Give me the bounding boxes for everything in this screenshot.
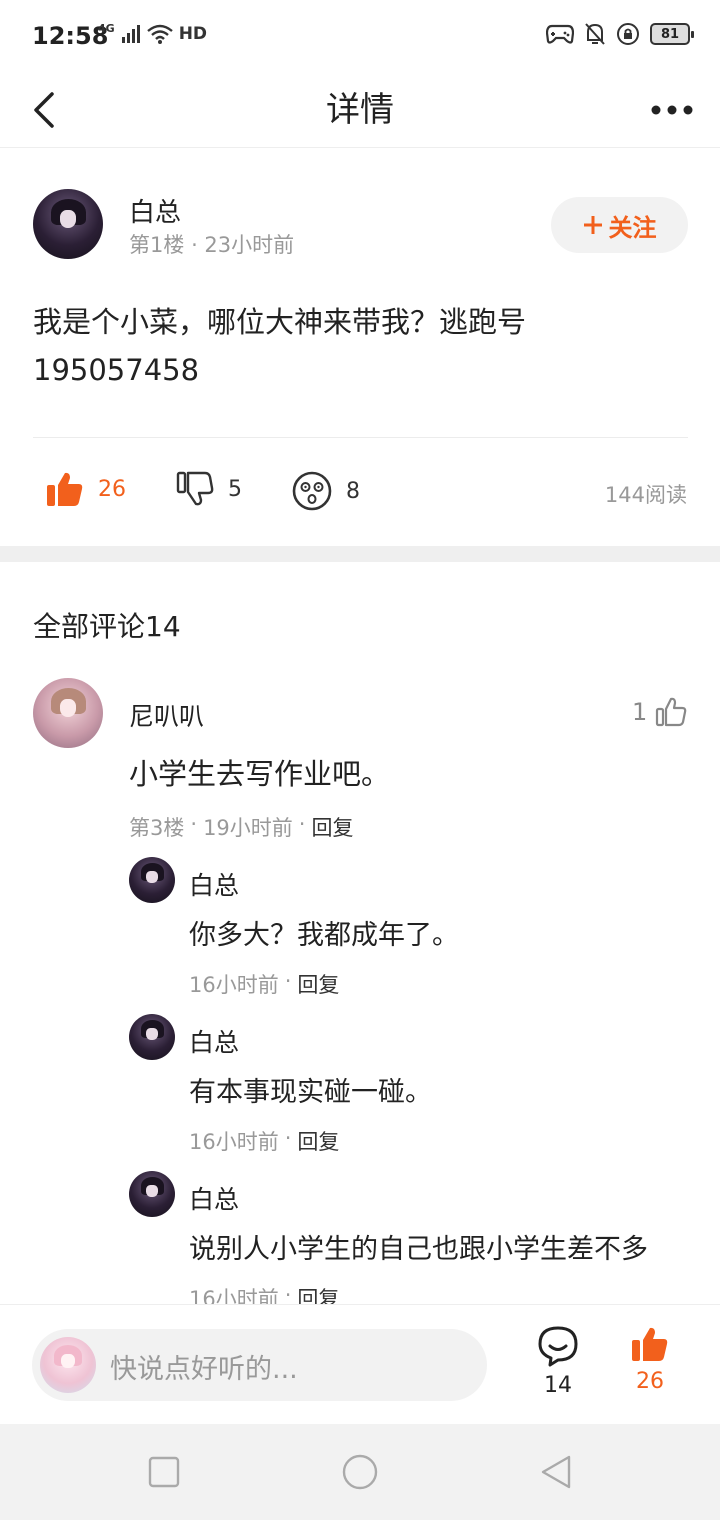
thumbs-up-outline-icon [656, 697, 687, 727]
post-body: 我是个小菜，哪位大神来带我？逃跑号 195057458 [33, 298, 673, 394]
post-body-line1: 我是个小菜，哪位大神来带我？逃跑号 [33, 305, 527, 339]
comment-author[interactable]: 尼叭叭 [129, 697, 204, 733]
comment-time: 19小时前 [203, 816, 293, 840]
comment-like-count: 1 [632, 698, 648, 726]
bottom-like-button[interactable]: 26 [622, 1325, 678, 1394]
top-nav-bar: 详情 [0, 72, 720, 148]
gamepad-icon [546, 24, 574, 44]
comment-text: 小学生去写作业吧。 [129, 757, 391, 791]
like-count: 26 [98, 476, 126, 502]
status-bar: 12:58 4G HD 81 [0, 0, 720, 72]
more-button[interactable] [648, 84, 696, 136]
reply-time: 16小时前 [189, 1130, 279, 1154]
dizzy-face-icon [292, 471, 332, 511]
reaction-count: 8 [346, 478, 360, 504]
follow-button[interactable]: 关注 [551, 197, 688, 253]
post-actions: 26 5 8 144阅读 [0, 465, 720, 521]
mute-bell-icon [585, 23, 605, 45]
home-button[interactable] [338, 1450, 382, 1494]
bottom-like-count: 26 [636, 1369, 664, 1394]
comment-input[interactable]: 快说点好听的... [32, 1329, 487, 1401]
wifi-icon [146, 24, 173, 44]
comment-like-button[interactable]: 1 [632, 697, 687, 727]
signal-icon [121, 25, 140, 43]
reply-text: 有本事现实碰一碰。 [189, 1077, 432, 1108]
battery-indicator: 81 [650, 23, 694, 45]
my-avatar [40, 1337, 96, 1393]
comment-floor: 第3楼 [129, 816, 185, 840]
post-time: 23小时前 [204, 233, 295, 257]
reply-button[interactable]: 回复 [297, 1126, 339, 1156]
meta-dot: · [284, 1126, 292, 1150]
read-count: 144阅读 [604, 483, 687, 507]
more-dots-icon [651, 105, 693, 115]
thumbs-down-icon [176, 471, 214, 506]
triangle-back-icon [541, 1455, 571, 1489]
comments-title: 全部评论14 [33, 610, 181, 643]
reply-meta: 16小时前 · 回复 [189, 1126, 339, 1156]
dislike-button[interactable]: 5 [176, 471, 242, 507]
reply-author[interactable]: 白总 [189, 866, 239, 902]
reply-author[interactable]: 白总 [189, 1180, 239, 1216]
comment-bubble-icon [538, 1326, 578, 1367]
reply-meta: 16小时前 · 回复 [189, 969, 339, 999]
meta-dot: · [284, 969, 292, 993]
circle-icon [342, 1454, 378, 1490]
system-back-button[interactable] [534, 1450, 578, 1494]
dislike-count: 5 [228, 476, 242, 502]
reply-avatar[interactable] [129, 1171, 175, 1217]
commenter-avatar[interactable] [33, 678, 103, 748]
rotation-lock-icon [617, 23, 639, 45]
page-title: 详情 [326, 90, 394, 130]
recents-button[interactable] [142, 1450, 186, 1494]
reply-avatar[interactable] [129, 1014, 175, 1060]
comments-count: 14 [544, 1373, 572, 1398]
thumbs-up-filled-icon [632, 1327, 668, 1361]
status-right-icons: 81 [546, 22, 694, 46]
reply-avatar[interactable] [129, 857, 175, 903]
post-body-line2: 195057458 [33, 353, 200, 387]
meta-dot: · [298, 812, 306, 836]
comment-input-placeholder: 快说点好听的... [110, 1354, 298, 1385]
thumbs-up-filled-icon [47, 472, 83, 506]
reaction-button[interactable]: 8 [292, 471, 360, 511]
reply-text: 你多大？我都成年了。 [189, 920, 459, 951]
comment-input-bar: 快说点好听的... 14 26 [0, 1304, 720, 1424]
like-button[interactable]: 26 [46, 471, 126, 507]
meta-dot: · [191, 233, 205, 257]
hd-label: HD [178, 24, 208, 44]
section-separator [0, 546, 720, 562]
reply-button[interactable]: 回复 [311, 812, 353, 842]
reply-text: 说别人小学生的自己也跟小学生差不多 [189, 1234, 648, 1265]
reply-time: 16小时前 [189, 973, 279, 997]
network-type: 4G [98, 21, 115, 35]
status-left-icons: 4G HD [98, 21, 208, 44]
square-icon [148, 1456, 180, 1488]
post-author-avatar[interactable] [33, 189, 103, 259]
post-meta: 第1楼 · 23小时前 [129, 229, 294, 259]
divider [33, 437, 688, 438]
meta-dot: · [190, 812, 198, 836]
follow-label: 关注 [608, 213, 657, 242]
post-floor: 第1楼 [129, 233, 185, 257]
comment-meta: 第3楼 · 19小时前 · 回复 [129, 812, 353, 842]
reply-author[interactable]: 白总 [189, 1023, 239, 1059]
post-author-name[interactable]: 白总 [129, 192, 181, 229]
system-nav-bar [0, 1424, 720, 1520]
reply-button[interactable]: 回复 [297, 969, 339, 999]
status-time: 12:58 [32, 22, 109, 50]
comments-button[interactable]: 14 [530, 1325, 586, 1398]
plus-icon [583, 216, 602, 234]
